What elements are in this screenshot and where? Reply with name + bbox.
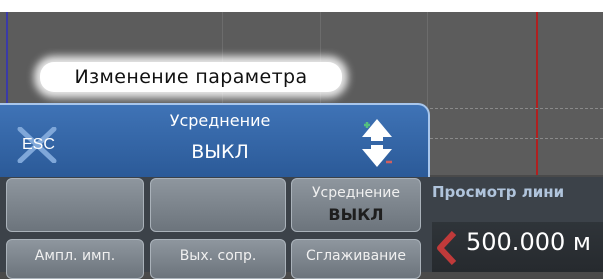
left-arrow-icon — [437, 230, 457, 266]
parameter-name: Усреднение — [169, 111, 271, 130]
output-impedance-softkey[interactable]: Вых. сопр. — [150, 239, 286, 279]
dashed-grid-line — [425, 138, 603, 139]
smoothing-softkey[interactable]: Сглаживание — [291, 239, 421, 279]
softkey-1[interactable] — [6, 178, 144, 232]
top-band — [0, 0, 603, 12]
distance-value: 500.000 м — [466, 228, 591, 256]
esc-label: ESC — [22, 136, 55, 153]
line-view-title: Просмотр лини — [432, 183, 565, 201]
softkey-2[interactable] — [150, 178, 286, 232]
softkey-label: Ампл. имп. — [34, 248, 116, 264]
averaging-softkey[interactable]: Усреднение ВЫКЛ — [291, 178, 421, 232]
parameter-value: ВЫКЛ — [191, 141, 249, 163]
softkey-label: Усреднение — [311, 185, 401, 201]
change-parameter-label: Изменение параметра — [40, 62, 342, 92]
value-stepper[interactable] — [356, 117, 398, 169]
softkey-label: Вых. сопр. — [179, 248, 257, 264]
cursor-b-line — [536, 12, 538, 175]
esc-button[interactable]: ESC — [14, 127, 60, 163]
dashed-grid-line — [425, 108, 603, 109]
softkey-value: ВЫКЛ — [328, 205, 384, 224]
pulse-amplitude-softkey[interactable]: Ампл. имп. — [6, 239, 144, 279]
up-down-arrows-icon — [362, 119, 392, 167]
softkey-label: Сглаживание — [305, 248, 407, 264]
parameter-dialog: ESC Усреднение ВЫКЛ — [0, 103, 430, 177]
distance-left-button[interactable] — [436, 230, 457, 269]
